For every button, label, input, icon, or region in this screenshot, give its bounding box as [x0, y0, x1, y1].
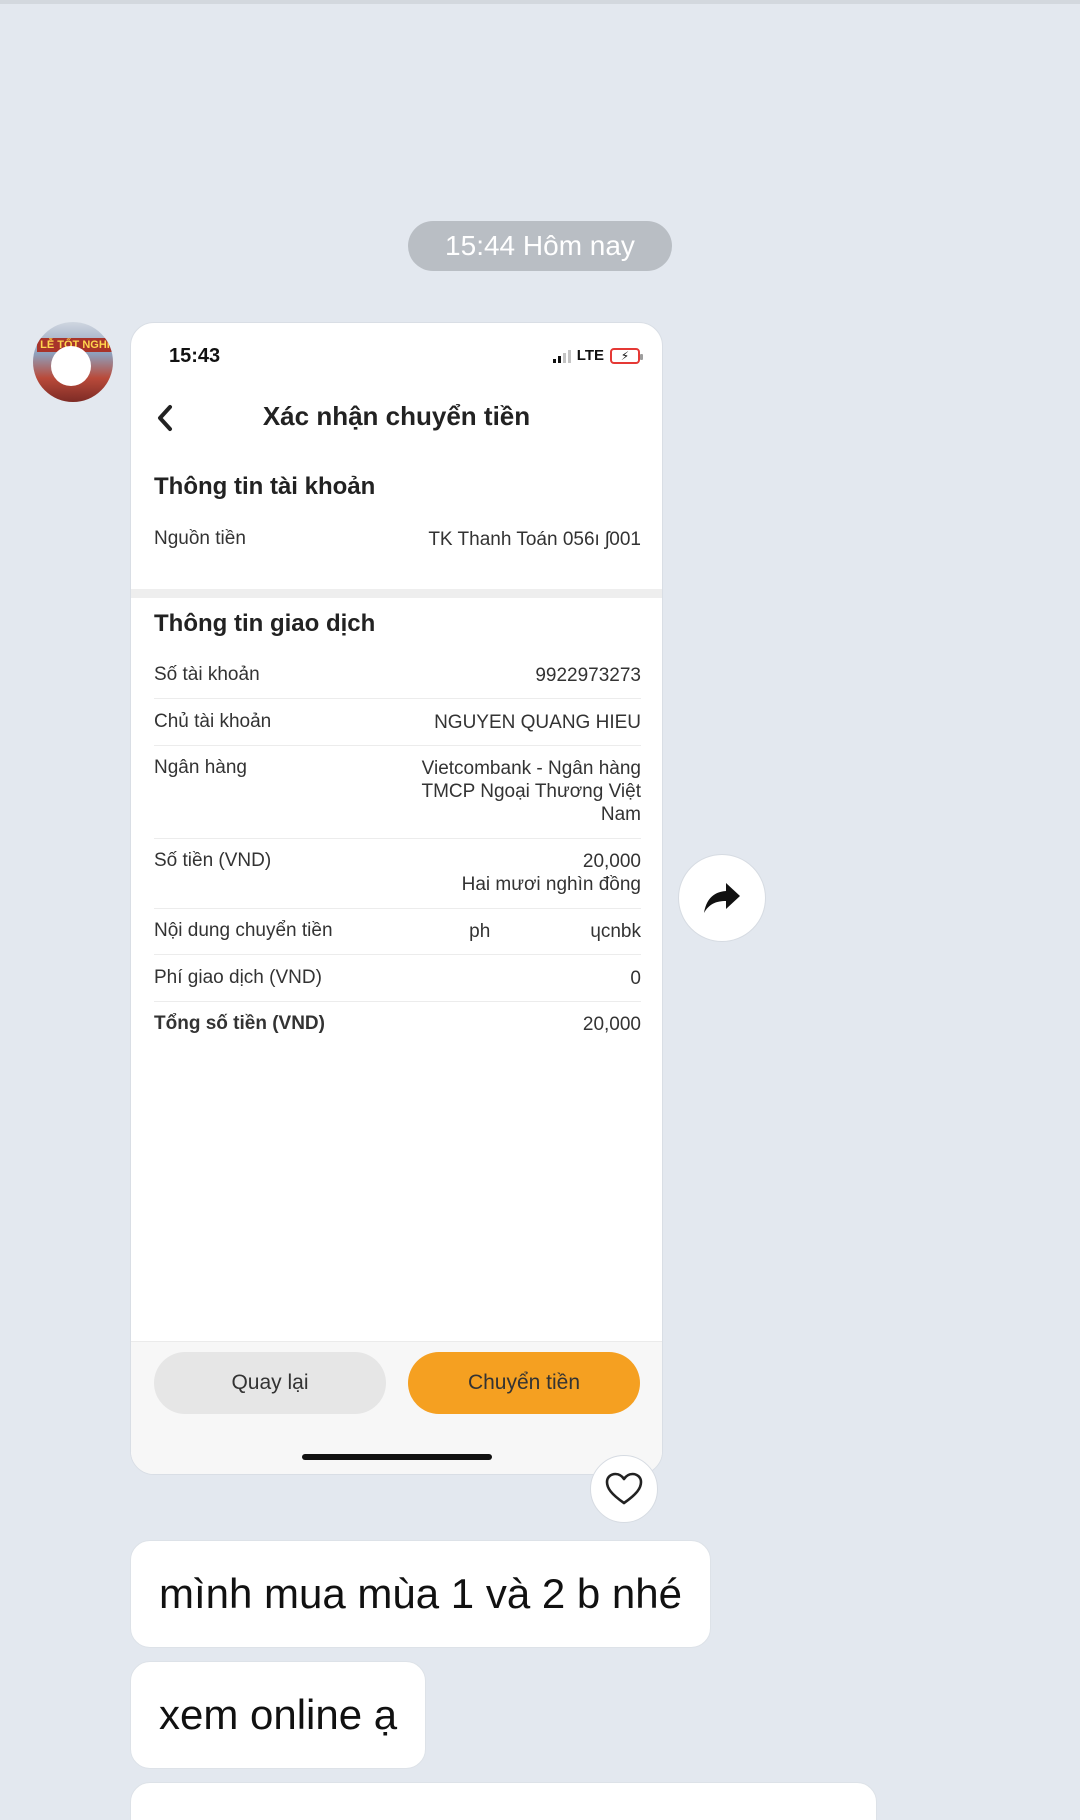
row-divider — [154, 1001, 641, 1002]
share-arrow-icon — [704, 883, 740, 913]
desc-part-2: ɥcnbk — [590, 921, 641, 942]
share-button[interactable] — [678, 854, 766, 942]
account-section-title: Thông tin tài khoản — [154, 473, 376, 500]
message-bubble-partial[interactable] — [130, 1782, 877, 1820]
row-total: Tổng số tiền (VND) 20,000 — [154, 1013, 641, 1036]
message-text: xem online ạ — [159, 1691, 398, 1738]
amount-number: 20,000 — [582, 851, 641, 872]
home-indicator — [302, 1454, 492, 1460]
network-type: LTE — [576, 347, 604, 364]
signal-icon — [552, 349, 571, 363]
row-label: Phí giao dịch (VND) — [154, 967, 322, 988]
row-value: 20,000 Hai mươi nghìn đồng — [462, 850, 641, 896]
row-account-holder: Chủ tài khoản NGUYEN QUANG HIEU — [154, 711, 641, 734]
row-value: 0 — [630, 968, 641, 989]
page-title: Xác nhận chuyển tiền — [262, 401, 531, 431]
row-value: NGUYEN QUANG HIEU — [434, 712, 641, 733]
source-value: TK Thanh Toán 056ı ʃ001 — [428, 529, 641, 550]
row-label: Ngân hàng — [154, 757, 247, 778]
row-label: Tổng số tiền (VND) — [154, 1013, 325, 1034]
amount-words: Hai mươi nghìn đồng — [461, 874, 641, 895]
row-value: 9922973273 — [535, 665, 641, 686]
timestamp-chip: 15:44 Hôm nay — [408, 221, 672, 271]
react-button[interactable] — [590, 1455, 658, 1523]
row-divider — [154, 838, 641, 839]
row-fee: Phí giao dịch (VND) 0 — [154, 967, 641, 990]
row-divider — [154, 954, 641, 955]
desc-part-1: ph — [469, 921, 491, 942]
row-description: Nội dung chuyển tiền ph ɥcnbk — [154, 920, 641, 943]
row-label: Số tài khoản — [154, 664, 260, 685]
row-divider — [154, 908, 641, 909]
row-value: Vietcombank - Ngân hàng TMCP Ngoại Thươn… — [421, 757, 641, 826]
row-value: 20,000 — [582, 1014, 641, 1035]
source-row: Nguồn tiền TK Thanh Toán 056ı ʃ001 — [154, 528, 641, 551]
back-button[interactable]: Quay lại — [154, 1352, 386, 1414]
message-text: mình mua mùa 1 và 2 b nhé — [159, 1570, 682, 1617]
row-label: Số tiền (VND) — [154, 850, 272, 871]
status-time: 15:43 — [169, 345, 221, 367]
screenshot-image-message[interactable]: 15:43 LTE ⚡ Xác nhận chuyển tiền Thông t… — [130, 322, 663, 1475]
transfer-button[interactable]: Chuyển tiền — [408, 1352, 640, 1414]
row-bank: Ngân hàng Vietcombank - Ngân hàng TMCP N… — [154, 757, 641, 826]
row-value: ph ɥcnbk — [469, 920, 641, 943]
bank-line-1: Vietcombank - Ngân hàng — [421, 758, 641, 779]
section-separator — [131, 589, 662, 598]
message-bubble[interactable]: xem online ạ — [130, 1661, 427, 1769]
heart-outline-icon — [605, 1472, 643, 1505]
transaction-section-title: Thông tin giao dịch — [154, 610, 376, 637]
source-label: Nguồn tiền — [154, 528, 246, 549]
row-amount: Số tiền (VND) 20,000 Hai mươi nghìn đồng — [154, 850, 641, 896]
row-divider — [154, 745, 641, 746]
row-divider — [154, 698, 641, 699]
phone-status-bar: 15:43 LTE ⚡ — [131, 323, 662, 383]
battery-charging-icon: ⚡ — [610, 347, 643, 364]
avatar-blur — [51, 346, 91, 386]
nav-bar: Xác nhận chuyển tiền — [131, 383, 662, 453]
bank-line-3: Nam — [600, 804, 641, 825]
row-label: Chủ tài khoản — [154, 711, 272, 732]
message-bubble[interactable]: mình mua mùa 1 và 2 b nhé — [130, 1540, 711, 1648]
avatar[interactable]: LỄ TỐT NGHI — [33, 322, 113, 402]
bank-line-2: TMCP Ngoại Thương Việt — [421, 781, 641, 802]
top-divider — [0, 0, 1080, 4]
status-indicators: LTE ⚡ — [552, 347, 643, 364]
row-label: Nội dung chuyển tiền — [154, 920, 333, 941]
row-account-number: Số tài khoản 9922973273 — [154, 664, 641, 687]
